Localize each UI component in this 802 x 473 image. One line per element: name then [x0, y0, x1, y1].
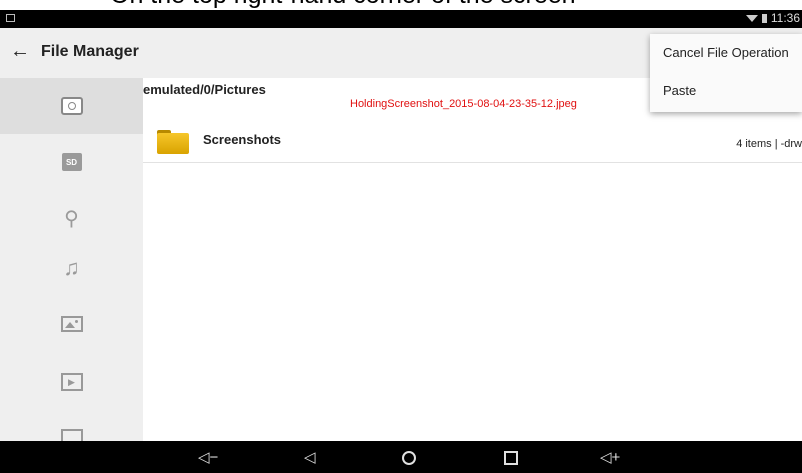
screenshot-caption: On the top right-hand corner of the scre…: [0, 0, 802, 10]
status-bar: 11:36: [0, 10, 802, 28]
file-meta: 4 items | -drw: [736, 138, 802, 150]
battery-icon: [761, 13, 767, 23]
status-icons: 11:36: [745, 11, 800, 25]
book-icon: [60, 429, 83, 441]
home-button[interactable]: [402, 451, 416, 465]
navigation-bar: ◁− ◁ ◁+: [0, 441, 802, 473]
menu-item-cancel-file-operation[interactable]: Cancel File Operation: [650, 34, 802, 72]
sidebar-item-books[interactable]: [0, 400, 143, 441]
caption-text: On the top right-hand corner of the scre…: [110, 0, 576, 10]
back-arrow-icon[interactable]: ←: [10, 40, 30, 63]
sidebar-item-music[interactable]: ♫: [0, 240, 143, 296]
file-row-screenshots[interactable]: Screenshots 4 items | -drw: [143, 118, 802, 163]
notification-icon: [6, 14, 15, 22]
sidebar-item-usb[interactable]: ⚲: [0, 190, 143, 246]
volume-down-button[interactable]: ◁−: [198, 448, 218, 466]
menu-item-paste[interactable]: Paste: [650, 72, 802, 110]
overflow-menu: Cancel File Operation Paste: [650, 34, 802, 112]
internal-storage-icon: [60, 97, 83, 115]
file-name: Screenshots: [203, 132, 282, 147]
volume-up-button[interactable]: ◁+: [600, 448, 620, 466]
music-icon: ♫: [63, 255, 80, 280]
recents-button[interactable]: [504, 451, 518, 465]
storage-sidebar: SD ⚲ ♫ ▶: [0, 78, 143, 441]
sidebar-item-pictures[interactable]: [0, 296, 143, 352]
sidebar-item-sd-card[interactable]: SD: [0, 134, 143, 190]
video-icon: ▶: [60, 373, 83, 391]
pictures-icon: [60, 316, 83, 332]
screenshot-filename: HoldingScreenshot_2015-08-04-23-35-12.jp…: [350, 98, 577, 110]
wifi-icon: [745, 14, 758, 22]
usb-icon: ⚲: [64, 207, 79, 230]
folder-icon: [157, 130, 189, 154]
clock: 11:36: [770, 11, 800, 25]
sd-card-icon: SD: [61, 153, 82, 171]
app-title: File Manager: [41, 43, 139, 60]
back-button[interactable]: ◁: [304, 448, 316, 466]
current-path: emulated/0/Pictures: [143, 82, 266, 97]
sidebar-item-internal-storage[interactable]: [0, 78, 143, 134]
